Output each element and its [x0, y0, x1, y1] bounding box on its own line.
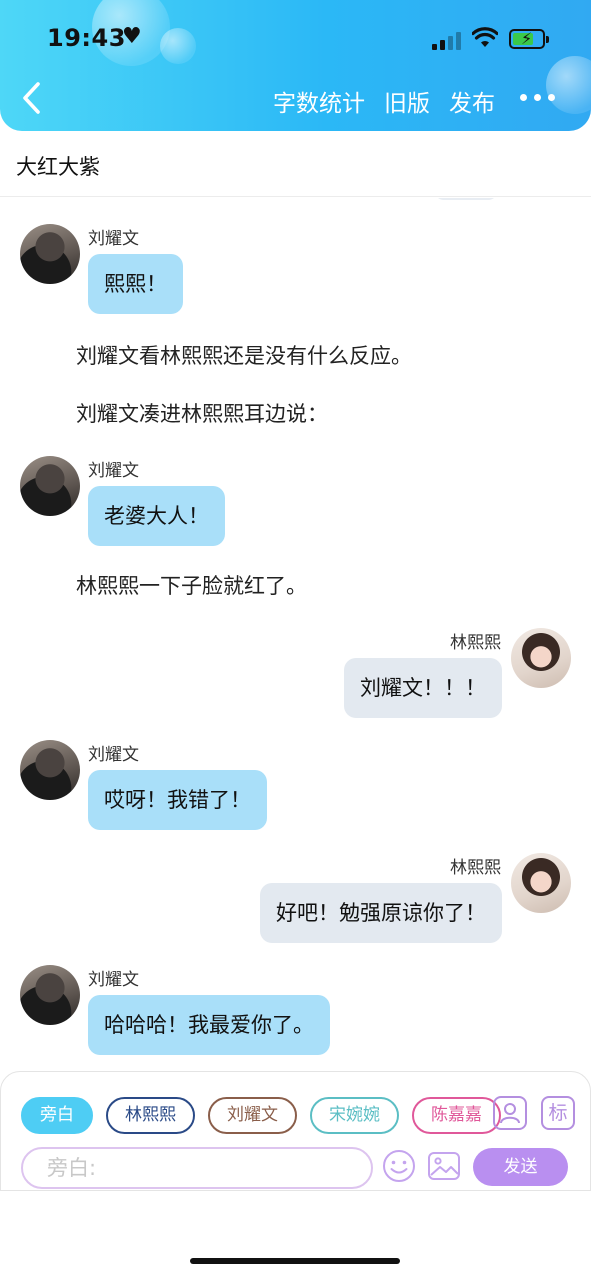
chat-bubble-left[interactable]: 熙熙！ — [88, 254, 183, 314]
avatar-lin[interactable] — [511, 628, 571, 688]
chat-bubble-left[interactable]: 老婆大人！ — [88, 486, 225, 546]
battery-icon: ⚡ — [509, 29, 549, 49]
previous-bubble-edge — [434, 198, 498, 200]
emoji-icon[interactable] — [381, 1148, 417, 1184]
role-chip-narrator[interactable]: 旁白 — [21, 1097, 93, 1134]
old-version-button[interactable]: 旧版 — [384, 84, 430, 118]
header-actions: 字数统计 旧版 发布 — [273, 84, 495, 118]
decorative-bubble — [160, 28, 196, 64]
narration-text[interactable]: 林熙熙一下子脸就红了。 — [76, 570, 307, 600]
sender-name: 刘耀文 — [88, 745, 139, 765]
story-title-bar: 大红大紫 — [0, 131, 591, 197]
avatar-liu[interactable] — [20, 456, 80, 516]
avatar-lin[interactable] — [511, 853, 571, 913]
role-chip-liu[interactable]: 刘耀文 — [208, 1097, 297, 1134]
avatar-liu[interactable] — [20, 224, 80, 284]
publish-button[interactable]: 发布 — [449, 84, 495, 118]
avatar-liu[interactable] — [20, 740, 80, 800]
sender-name: 刘耀文 — [88, 229, 139, 249]
image-icon[interactable] — [426, 1148, 462, 1184]
heart-icon: ♥ — [122, 24, 142, 49]
sender-name: 林熙熙 — [450, 858, 501, 878]
role-chip-song[interactable]: 宋婉婉 — [310, 1097, 399, 1134]
narration-text[interactable]: 刘耀文看林熙熙还是没有什么反应。 — [76, 340, 412, 370]
sender-name: 林熙熙 — [450, 633, 501, 653]
avatar-liu[interactable] — [20, 965, 80, 1025]
cellular-signal-icon — [432, 30, 464, 50]
role-chip-chen[interactable]: 陈嘉嘉 — [412, 1097, 501, 1134]
message-input[interactable] — [21, 1147, 373, 1189]
role-chip-lin[interactable]: 林熙熙 — [106, 1097, 195, 1134]
chat-list[interactable]: 刘耀文 熙熙！ 刘耀文看林熙熙还是没有什么反应。 刘耀文凑进林熙熙耳边说： 刘耀… — [0, 198, 591, 1070]
composer-panel: 旁白 林熙熙 刘耀文 宋婉婉 陈嘉嘉 标 发送 — [0, 1071, 591, 1191]
mark-button[interactable]: 标 — [541, 1096, 575, 1130]
wifi-icon — [472, 27, 498, 47]
app-header: 19:43 ♥ ⚡ 字数统计 旧版 发布 — [0, 0, 591, 131]
send-button[interactable]: 发送 — [473, 1148, 568, 1186]
character-profile-icon[interactable] — [493, 1096, 527, 1130]
chat-bubble-left[interactable]: 哎呀！我错了！ — [88, 770, 267, 830]
status-time: 19:43 — [47, 24, 126, 52]
role-chips: 旁白 林熙熙 刘耀文 宋婉婉 陈嘉嘉 — [21, 1097, 501, 1134]
chat-bubble-right[interactable]: 刘耀文！！！ — [344, 658, 502, 718]
story-title[interactable]: 大红大紫 — [16, 151, 100, 181]
narration-text[interactable]: 刘耀文凑进林熙熙耳边说： — [76, 398, 328, 428]
chat-bubble-left[interactable]: 哈哈哈！我最爱你了。 — [88, 995, 330, 1055]
back-chevron-icon[interactable] — [18, 80, 48, 116]
decorative-bubble — [546, 56, 591, 114]
word-count-button[interactable]: 字数统计 — [273, 84, 365, 118]
sender-name: 刘耀文 — [88, 461, 139, 481]
more-options-icon[interactable] — [520, 94, 556, 104]
home-indicator — [190, 1258, 400, 1264]
chat-bubble-right[interactable]: 好吧！勉强原谅你了！ — [260, 883, 502, 943]
sender-name: 刘耀文 — [88, 970, 139, 990]
